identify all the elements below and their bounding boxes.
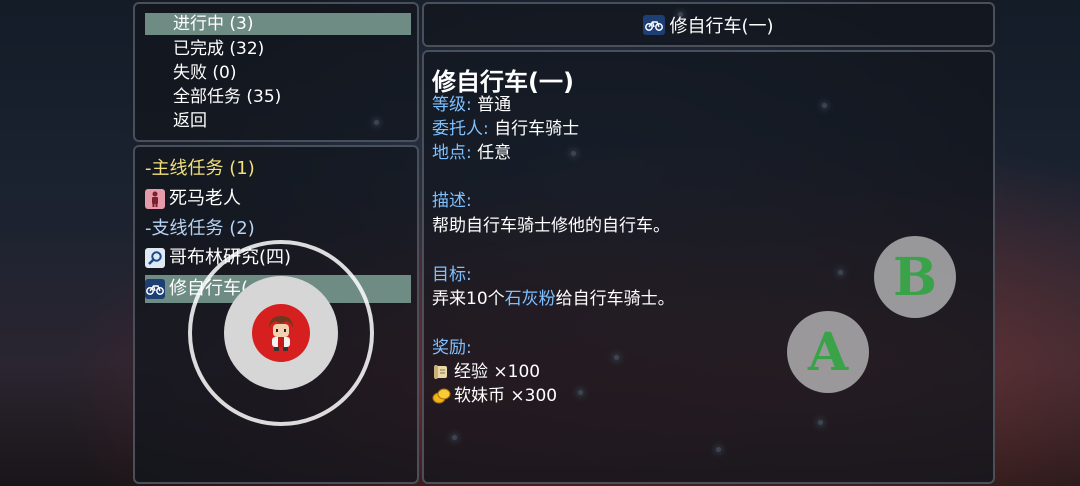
bicycle-icon: [643, 14, 666, 35]
coin-icon: [432, 387, 452, 405]
person-icon: [145, 189, 165, 209]
quest-filter-menu: 进行中 (3) 已完成 (32) 失败 (0) 全部任务 (35) 返回: [133, 2, 419, 142]
header-title: 修自行车(一): [669, 15, 774, 37]
objective-text: 弄来10个石灰粉给自行车骑士。: [432, 287, 675, 311]
quest-title: 修自行车(一): [432, 68, 574, 96]
quest-client: 委托人: 自行车骑士: [432, 117, 579, 141]
objective-label: 目标:: [432, 265, 472, 285]
menu-item-all-quests[interactable]: 全部任务 (35): [145, 86, 411, 108]
category-label: -支线任务 (2): [145, 218, 255, 239]
quest-location: 地点: 任意: [432, 141, 511, 165]
category-side-quests[interactable]: -支线任务 (2): [145, 215, 411, 243]
description-text: 帮助自行车骑士修他的自行车。: [432, 216, 670, 236]
client-label: 委托人:: [432, 119, 489, 139]
level-label: 等级:: [432, 95, 472, 115]
objective-suffix: 给自行车骑士。: [555, 289, 675, 309]
bicycle-icon: [145, 279, 165, 299]
menu-item-in-progress[interactable]: 进行中 (3): [145, 13, 411, 35]
b-button[interactable]: B: [874, 236, 956, 318]
quest-level: 等级: 普通: [432, 93, 511, 117]
reward-label-text: 经验 ×100: [454, 362, 541, 382]
menu-item-completed[interactable]: 已完成 (32): [145, 38, 411, 60]
magnifier-icon: [145, 248, 165, 268]
reward-money: 软妹币 ×300: [432, 384, 557, 408]
quest-item-dead-horse-old-man[interactable]: 死马老人: [145, 185, 411, 213]
reward-label: 奖励:: [432, 338, 472, 358]
reward-exp: 经验 ×100: [432, 360, 540, 384]
description-label: 描述:: [432, 191, 472, 211]
menu-item-back[interactable]: 返回: [145, 110, 411, 132]
objective-prefix: 弄来10个: [432, 289, 505, 309]
objective-item: 石灰粉: [504, 289, 556, 309]
location-label: 地点:: [432, 143, 472, 163]
reward-label-text: 软妹币 ×300: [454, 386, 558, 406]
menu-item-failed[interactable]: 失败 (0): [145, 62, 411, 84]
category-label: -主线任务 (1): [145, 158, 255, 179]
player-avatar-icon: [263, 312, 299, 352]
location-value: 任意: [477, 143, 512, 163]
scroll-icon: [432, 363, 450, 381]
level-value: 普通: [477, 95, 512, 115]
quest-label: 死马老人: [169, 188, 241, 209]
quest-header: 修自行车(一): [422, 2, 995, 47]
client-value: 自行车骑士: [494, 119, 580, 139]
a-button[interactable]: A: [787, 311, 869, 393]
category-main-quests[interactable]: -主线任务 (1): [145, 155, 411, 183]
